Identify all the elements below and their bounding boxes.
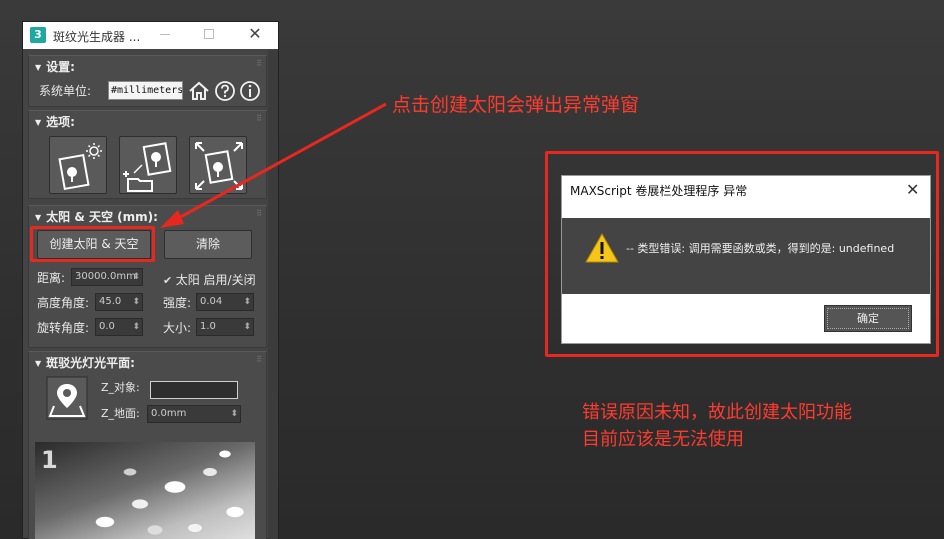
- annotation-top: 点击创建太阳会弹出异常弹窗: [392, 94, 640, 116]
- annotation-bottom-line1: 错误原因未知，故此创建太阳功能: [582, 402, 852, 423]
- maxscript-error-dialog: MAXScript 卷展栏处理程序 异常 ✕ -- 类型错误: 调用需要函数或类…: [561, 175, 931, 344]
- dialog-title: MAXScript 卷展栏处理程序 异常: [570, 184, 748, 198]
- ok-button[interactable]: 确定: [824, 305, 912, 332]
- annotation-bottom: 错误原因未知，故此创建太阳功能 目前应该是无法使用: [582, 399, 852, 453]
- warning-icon: [585, 233, 619, 263]
- annotation-bottom-line2: 目前应该是无法使用: [582, 429, 744, 450]
- dialog-close-icon[interactable]: ✕: [906, 180, 919, 199]
- dialog-body: -- 类型错误: 调用需要函数或类，得到的是: undefined: [562, 218, 930, 294]
- dialog-message: -- 类型错误: 调用需要函数或类，得到的是: undefined: [626, 242, 895, 255]
